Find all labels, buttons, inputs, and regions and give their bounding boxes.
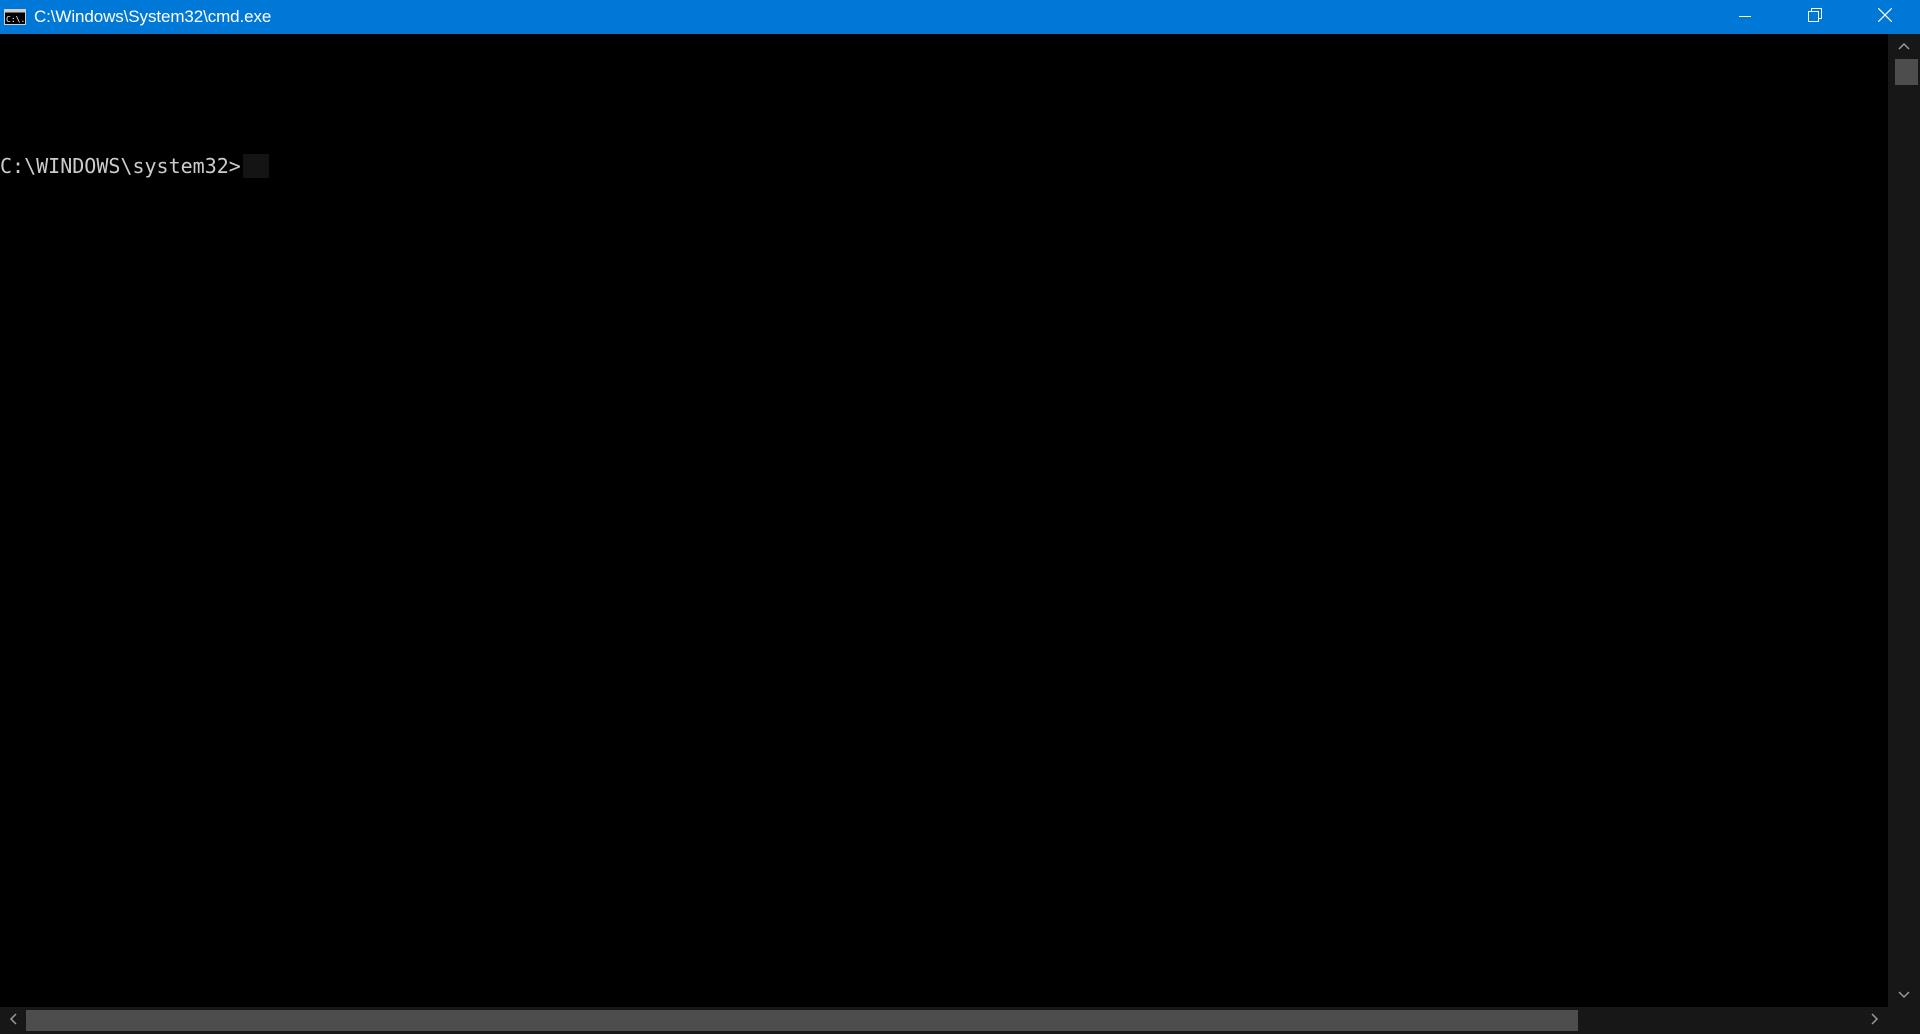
scroll-right-button[interactable] <box>1862 1007 1888 1034</box>
restore-button[interactable] <box>1780 0 1850 34</box>
cmd-app-icon[interactable]: C:\. <box>3 9 27 26</box>
close-icon <box>1877 7 1893 27</box>
title-bar[interactable]: C:\. C:\Windows\System32\cmd.exe <box>0 0 1920 34</box>
chevron-right-icon <box>1871 1012 1879 1030</box>
horizontal-scroll-thumb[interactable] <box>26 1010 1578 1031</box>
cmd-icon-text: C:\. <box>6 15 25 24</box>
scroll-left-button[interactable] <box>0 1007 26 1034</box>
command-prompt: C:\WINDOWS\system32> <box>0 154 241 178</box>
scroll-down-button[interactable] <box>1888 983 1920 1007</box>
console-output[interactable]: C:\WINDOWS\system32> <box>0 34 1888 1007</box>
chevron-up-icon <box>1898 37 1910 55</box>
minimize-icon <box>1739 7 1751 27</box>
scroll-up-button[interactable] <box>1888 34 1920 58</box>
prompt-line: C:\WINDOWS\system32> <box>0 154 269 178</box>
vertical-scrollbar[interactable] <box>1888 34 1920 1007</box>
chevron-down-icon <box>1898 986 1910 1004</box>
window-title: C:\Windows\System32\cmd.exe <box>34 7 272 26</box>
horizontal-scrollbar[interactable] <box>0 1007 1888 1034</box>
minimize-button[interactable] <box>1710 0 1780 34</box>
cmd-window: C:\. C:\Windows\System32\cmd.exe C:\WIND… <box>0 0 1920 1034</box>
caption-buttons <box>1710 0 1920 34</box>
vertical-scroll-thumb[interactable] <box>1895 59 1918 85</box>
chevron-left-icon <box>9 1012 17 1030</box>
scrollbar-corner <box>1888 1007 1920 1034</box>
text-cursor <box>242 154 269 178</box>
restore-icon <box>1808 7 1822 27</box>
close-button[interactable] <box>1850 0 1920 34</box>
